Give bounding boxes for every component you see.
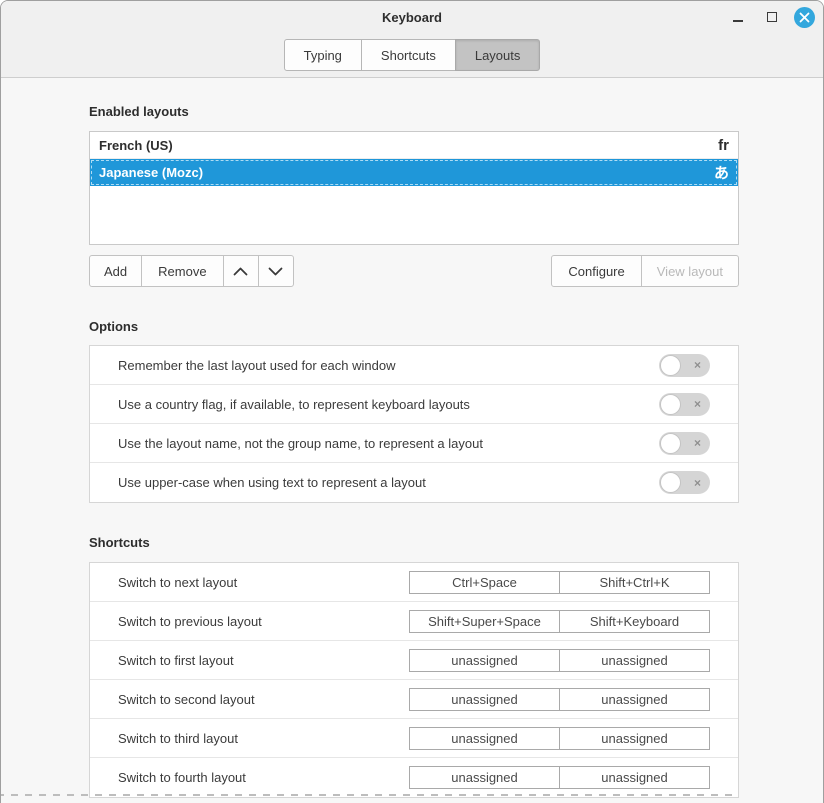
keybinding-button-1[interactable]: unassigned — [409, 688, 560, 711]
option-row-remember-last-layout: Remember the last layout used for each w… — [90, 346, 738, 385]
keybinding-button-2[interactable]: Shift+Keyboard — [559, 610, 710, 633]
toggle-remember-last-layout[interactable]: × — [659, 354, 710, 377]
window-header: Keyboard Typing Shortcuts — [1, 1, 823, 78]
shortcut-label: Switch to next layout — [118, 575, 237, 590]
layout-name: French (US) — [99, 138, 173, 153]
tab-typing[interactable]: Typing — [284, 39, 362, 71]
toggle-knob — [660, 355, 681, 376]
keybinding-button-2[interactable]: unassigned — [559, 727, 710, 750]
configure-button[interactable]: Configure — [551, 255, 641, 287]
layout-row-french[interactable]: French (US) fr — [90, 132, 738, 159]
keybinding-button-1[interactable]: unassigned — [409, 727, 560, 750]
remove-layout-button[interactable]: Remove — [141, 255, 223, 287]
tab-shortcuts[interactable]: Shortcuts — [361, 39, 456, 71]
toggle-layout-name[interactable]: × — [659, 432, 710, 455]
chevron-up-icon — [233, 267, 248, 276]
keybinding-button-1[interactable]: unassigned — [409, 766, 560, 789]
shortcut-row-second-layout: Switch to second layout unassigned unass… — [90, 680, 738, 719]
toggle-off-x-icon: × — [694, 359, 701, 371]
shortcut-row-previous-layout: Switch to previous layout Shift+Super+Sp… — [90, 602, 738, 641]
layout-row-japanese[interactable]: Japanese (Mozc) あ — [90, 159, 738, 186]
shortcut-label: Switch to previous layout — [118, 614, 262, 629]
option-label: Remember the last layout used for each w… — [118, 358, 395, 373]
layout-indicator-ja: あ — [714, 162, 729, 183]
scroll-undershoot-indicator — [0, 794, 737, 796]
shortcut-label: Switch to fourth layout — [118, 770, 246, 785]
list-edit-button-group: Add Remove — [89, 255, 294, 287]
close-icon — [799, 12, 810, 23]
layout-action-button-group: Configure View layout — [551, 255, 739, 287]
toggle-knob — [660, 433, 681, 454]
toggle-knob — [660, 472, 681, 493]
keybinding-button-2[interactable]: unassigned — [559, 688, 710, 711]
shortcut-row-first-layout: Switch to first layout unassigned unassi… — [90, 641, 738, 680]
keybinding-button-1[interactable]: Ctrl+Space — [409, 571, 560, 594]
keybinding-pair: unassigned unassigned — [409, 727, 710, 750]
close-button[interactable] — [794, 7, 815, 28]
option-row-country-flag: Use a country flag, if available, to rep… — [90, 385, 738, 424]
tab-group: Typing Shortcuts Layouts — [284, 39, 541, 71]
add-layout-button[interactable]: Add — [89, 255, 142, 287]
keybinding-button-2[interactable]: unassigned — [559, 649, 710, 672]
shortcuts-box: Switch to next layout Ctrl+Space Shift+C… — [89, 562, 739, 798]
layout-indicator-fr: fr — [718, 137, 729, 154]
window-controls — [726, 1, 815, 33]
toggle-knob — [660, 394, 681, 415]
keybinding-pair: unassigned unassigned — [409, 688, 710, 711]
options-box: Remember the last layout used for each w… — [89, 345, 739, 503]
keyboard-settings-window: Keyboard Typing Shortcuts — [0, 0, 824, 803]
maximize-button[interactable] — [760, 5, 784, 29]
layout-name: Japanese (Mozc) — [99, 165, 203, 180]
shortcut-label: Switch to third layout — [118, 731, 238, 746]
titlebar[interactable]: Keyboard — [1, 1, 823, 33]
shortcut-row-fourth-layout: Switch to fourth layout unassigned unass… — [90, 758, 738, 797]
chevron-down-icon — [268, 267, 283, 276]
keybinding-button-1[interactable]: unassigned — [409, 649, 560, 672]
layout-list-toolbar: Add Remove Configure View layout — [89, 255, 739, 287]
tab-bar: Typing Shortcuts Layouts — [1, 33, 823, 77]
keybinding-pair: unassigned unassigned — [409, 766, 710, 789]
view-layout-button[interactable]: View layout — [641, 255, 739, 287]
tab-layouts[interactable]: Layouts — [455, 39, 541, 71]
keybinding-pair: unassigned unassigned — [409, 649, 710, 672]
shortcuts-heading: Shortcuts — [89, 535, 737, 550]
toggle-country-flag[interactable]: × — [659, 393, 710, 416]
toggle-off-x-icon: × — [694, 398, 701, 410]
minimize-button[interactable] — [726, 5, 750, 29]
option-label: Use upper-case when using text to repres… — [118, 475, 426, 490]
shortcut-label: Switch to second layout — [118, 692, 255, 707]
keybinding-button-1[interactable]: Shift+Super+Space — [409, 610, 560, 633]
keybinding-button-2[interactable]: unassigned — [559, 766, 710, 789]
move-layout-up-button[interactable] — [223, 255, 259, 287]
keybinding-pair: Shift+Super+Space Shift+Keyboard — [409, 610, 710, 633]
options-heading: Options — [89, 319, 737, 334]
layouts-page: Enabled layouts French (US) fr Japanese … — [1, 78, 823, 803]
minimize-icon — [733, 20, 743, 22]
option-label: Use the layout name, not the group name,… — [118, 436, 483, 451]
option-row-upper-case: Use upper-case when using text to repres… — [90, 463, 738, 502]
window-title: Keyboard — [1, 1, 823, 33]
maximize-icon — [767, 12, 777, 22]
shortcut-row-next-layout: Switch to next layout Ctrl+Space Shift+C… — [90, 563, 738, 602]
enabled-layouts-list: French (US) fr Japanese (Mozc) あ — [89, 131, 739, 245]
enabled-layouts-heading: Enabled layouts — [89, 104, 737, 119]
shortcut-row-third-layout: Switch to third layout unassigned unassi… — [90, 719, 738, 758]
keybinding-pair: Ctrl+Space Shift+Ctrl+K — [409, 571, 710, 594]
toggle-off-x-icon: × — [694, 477, 701, 489]
toggle-upper-case[interactable]: × — [659, 471, 710, 494]
move-layout-down-button[interactable] — [258, 255, 294, 287]
option-label: Use a country flag, if available, to rep… — [118, 397, 470, 412]
keybinding-button-2[interactable]: Shift+Ctrl+K — [559, 571, 710, 594]
option-row-layout-name: Use the layout name, not the group name,… — [90, 424, 738, 463]
toggle-off-x-icon: × — [694, 437, 701, 449]
shortcut-label: Switch to first layout — [118, 653, 234, 668]
